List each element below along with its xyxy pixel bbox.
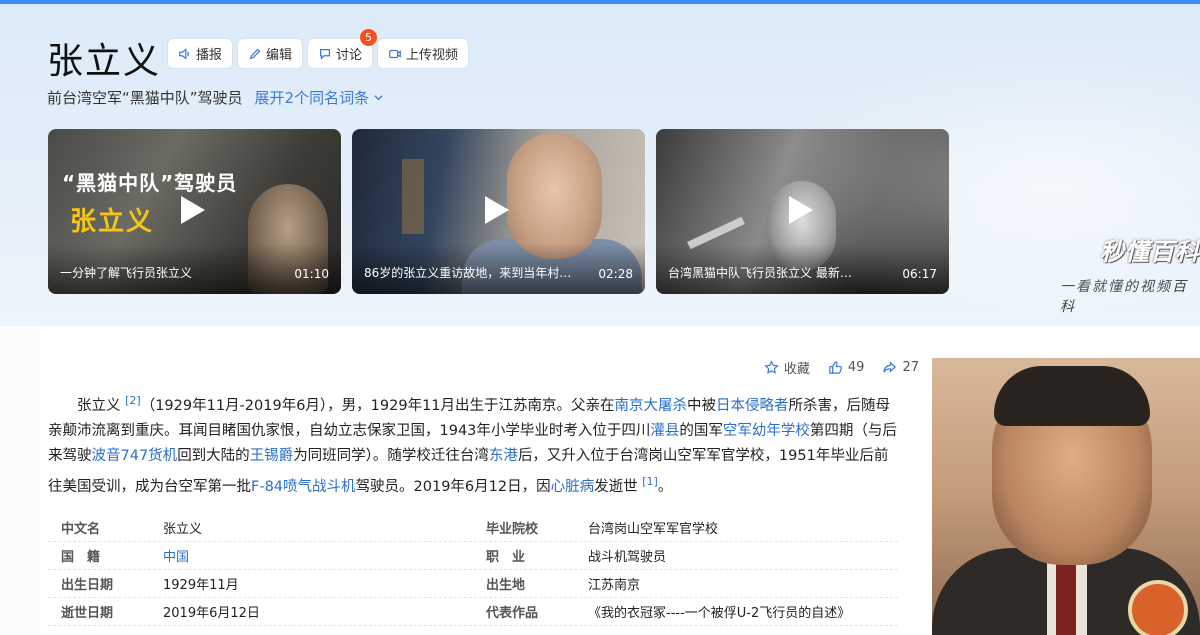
summary-text: 发逝世 <box>594 478 638 495</box>
table-row: 国 籍 中国 职 业 战斗机驾驶员 <box>48 542 898 570</box>
video-thumbnail-image <box>507 134 602 259</box>
link-heart-disease[interactable]: 心脏病 <box>551 479 595 495</box>
title-actions: 播报 编辑 讨论 5 上传视频 <box>168 29 469 68</box>
summary-text: 驾驶员。2019年6月12日，因 <box>355 478 551 495</box>
summary-text: 的国军 <box>679 422 723 439</box>
link-nanjing-massacre[interactable]: 南京大屠杀 <box>615 398 688 414</box>
video-duration: 02:28 <box>598 267 633 281</box>
broadcast-label: 播报 <box>196 48 223 63</box>
info-key: 逝世日期 <box>61 606 114 621</box>
info-key: 国 籍 <box>61 550 101 565</box>
link-air-force-youth-school[interactable]: 空军幼年学校 <box>723 423 810 439</box>
summary-text: 。 <box>657 478 673 495</box>
play-icon[interactable] <box>484 195 509 224</box>
play-icon[interactable] <box>180 195 205 224</box>
info-key: 代表作品 <box>486 606 539 621</box>
chevron-down-icon <box>374 95 383 101</box>
page-subtitle: 前台湾空军“黑猫中队”驾驶员 <box>47 89 243 107</box>
video-overlay-name: 张立义 <box>70 207 155 237</box>
link-japanese-invaders[interactable]: 日本侵略者 <box>716 398 789 414</box>
hero-banner: 张立义 播报 编辑 讨论 5 上传视频 前台湾空军“黑猫中队”驾驶员 展开2个同… <box>0 4 1200 326</box>
expand-homonyms-label: 展开2个同名词条 <box>254 89 370 107</box>
video-caption: 86岁的张立义重访故地，来到当年村… <box>364 266 572 280</box>
info-value: 2019年6月12日 <box>163 606 260 621</box>
black-cat-patch <box>1128 580 1188 635</box>
info-value-link[interactable]: 中国 <box>163 546 473 565</box>
table-row: 出生日期 1929年11月 出生地 江苏南京 <box>48 570 898 598</box>
video-carousel: “黑猫中队”驾驶员 张立义 一分钟了解飞行员张立义 01:10 86岁的张立义重… <box>48 129 949 294</box>
like-button[interactable]: 49 <box>828 358 865 377</box>
summary-text: 中被 <box>687 397 717 414</box>
favorite-button[interactable]: 收藏 <box>764 358 810 377</box>
share-count: 27 <box>902 360 919 375</box>
brand-logo: 秒懂百科 <box>1100 238 1200 266</box>
info-value: 战斗机驾驶员 <box>588 550 667 565</box>
info-key: 毕业院校 <box>486 522 539 537</box>
left-gutter <box>0 326 40 635</box>
upload-video-label: 上传视频 <box>406 48 459 63</box>
info-value: 1929年11月 <box>163 578 239 593</box>
portrait-image[interactable] <box>932 358 1200 635</box>
link-boeing-747[interactable]: 波音747货机 <box>92 448 178 464</box>
video-caption: 台湾黑猫中队飞行员张立义 最新… <box>668 266 852 280</box>
chat-bubble-icon <box>320 48 331 60</box>
video-duration: 01:10 <box>294 267 329 281</box>
basic-info-table: 中文名 张立义 毕业院校 台湾岗山空军军官学校 国 籍 中国 职 业 战斗机驾驶… <box>48 514 898 626</box>
summary-name: 张立义 <box>77 397 121 414</box>
info-key: 职 业 <box>486 550 526 565</box>
info-value: 《我的衣冠冢----一个被俘U-2飞行员的自述》 <box>588 606 851 621</box>
video-thumbnail-sign <box>402 159 424 234</box>
portrait-hair <box>994 366 1150 426</box>
info-key: 出生地 <box>486 578 526 593</box>
summary-paragraph: 张立义 [2]（1929年11月-2019年6月），男，1929年11月出生于江… <box>48 388 898 500</box>
info-key: 中文名 <box>61 522 101 537</box>
broadcast-button[interactable]: 播报 <box>168 39 233 68</box>
link-f84-fighter[interactable]: F-84喷气战斗机 <box>251 479 356 495</box>
summary-text: 为同班同学）。随学校迁往台湾 <box>293 447 489 464</box>
brand-slogan: 一看就懂的视频百科 <box>1060 279 1188 315</box>
upload-video-button[interactable]: 上传视频 <box>378 39 469 68</box>
discuss-label: 讨论 <box>336 48 363 63</box>
play-icon[interactable] <box>788 195 813 224</box>
summary-text: 回到大陆的 <box>177 447 250 464</box>
reference-link[interactable]: [2] <box>125 394 141 407</box>
expand-homonyms-link[interactable]: 展开2个同名词条 <box>255 87 385 108</box>
entry-meta-bar: 收藏 49 27 <box>764 358 919 377</box>
favorite-label: 收藏 <box>783 362 810 377</box>
share-arrow-icon <box>883 361 897 373</box>
info-value: 江苏南京 <box>588 578 641 593</box>
pencil-icon <box>249 48 261 59</box>
reference-link[interactable]: [1] <box>642 475 658 488</box>
subtitle-row: 前台湾空军“黑猫中队”驾驶员 展开2个同名词条 <box>47 87 384 108</box>
video-card[interactable]: “黑猫中队”驾驶员 张立义 一分钟了解飞行员张立义 01:10 <box>48 129 341 294</box>
link-wang-xijue[interactable]: 王锡爵 <box>250 448 294 464</box>
video-duration: 06:17 <box>902 267 937 281</box>
page-title: 张立义 <box>47 41 162 82</box>
info-value: 张立义 <box>163 522 203 537</box>
like-count: 49 <box>847 360 865 375</box>
video-card[interactable]: 86岁的张立义重访故地，来到当年村… 02:28 <box>352 129 645 294</box>
video-camera-icon <box>389 49 401 58</box>
link-guanxian[interactable]: 灌县 <box>650 423 679 439</box>
thumbs-up-icon <box>829 361 842 374</box>
video-card[interactable]: 台湾黑猫中队飞行员张立义 最新… 06:17 <box>656 129 949 294</box>
discuss-button[interactable]: 讨论 5 <box>308 29 378 68</box>
discuss-count-badge: 5 <box>360 29 378 46</box>
edit-button[interactable]: 编辑 <box>238 39 303 68</box>
speaker-icon <box>179 47 189 60</box>
portrait-tie <box>1056 558 1076 635</box>
summary-text: （1929年11月-2019年6月），男，1929年11月出生于江苏南京。父亲在 <box>140 397 615 414</box>
info-key: 出生日期 <box>61 578 114 593</box>
star-icon <box>764 360 779 374</box>
video-caption: 一分钟了解飞行员张立义 <box>60 266 193 280</box>
table-row: 逝世日期 2019年6月12日 代表作品 《我的衣冠冢----一个被俘U-2飞行… <box>48 598 898 626</box>
edit-label: 编辑 <box>266 48 293 63</box>
link-donggang[interactable]: 东港 <box>489 448 518 464</box>
info-value: 台湾岗山空军军官学校 <box>588 522 719 537</box>
video-overlay-title: “黑猫中队”驾驶员 <box>62 171 238 195</box>
table-row: 中文名 张立义 毕业院校 台湾岗山空军军官学校 <box>48 514 898 542</box>
video-thumbnail-image <box>768 181 836 271</box>
share-button[interactable]: 27 <box>882 358 919 377</box>
